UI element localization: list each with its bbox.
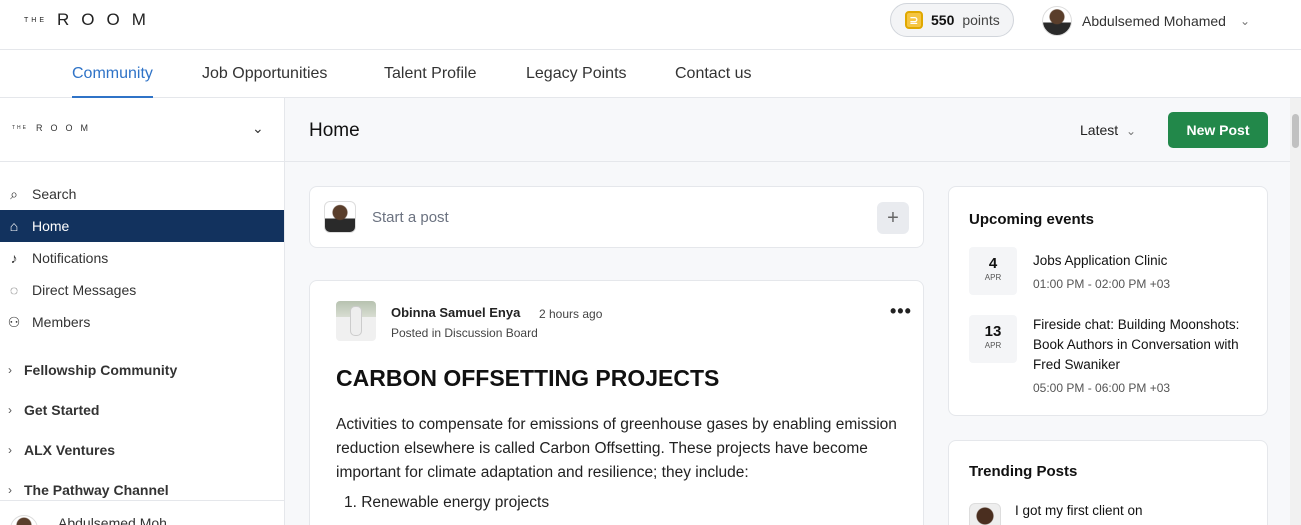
event-day: 4 bbox=[988, 255, 998, 272]
post-body: Activities to compensate for emissions o… bbox=[336, 416, 897, 481]
sidebar-item-home[interactable]: ⌂ Home bbox=[0, 210, 284, 242]
sidebar: THE ROOM ⌄ ⌕ Search ⌂ Home ♪ Notificatio… bbox=[0, 98, 285, 525]
avatar bbox=[10, 515, 38, 525]
tab-contact-us[interactable]: Contact us bbox=[675, 65, 751, 83]
sidebar-group-label: Get Started bbox=[24, 402, 100, 418]
main-content: Home Latest ⌄ New Post Start a post + Ob… bbox=[285, 98, 1290, 525]
post-list-item: 1. Renewable energy projects bbox=[344, 494, 550, 511]
event-name[interactable]: Fireside chat: Building Moonshots: Book … bbox=[1033, 315, 1253, 375]
chevron-down-icon[interactable]: ⌄ bbox=[252, 120, 264, 137]
chevron-right-icon: › bbox=[8, 403, 12, 417]
sidebar-item-label: Search bbox=[32, 186, 77, 202]
event-month: APR bbox=[984, 273, 1002, 282]
chevron-right-icon: › bbox=[8, 483, 12, 497]
scrollbar-thumb[interactable] bbox=[1292, 114, 1299, 148]
tab-job-opportunities[interactable]: Job Opportunities bbox=[202, 65, 327, 83]
tab-talent-profile[interactable]: Talent Profile bbox=[384, 65, 477, 83]
sidebar-logo-small: THE bbox=[12, 125, 28, 131]
sidebar-item-label: Notifications bbox=[32, 250, 109, 266]
post-composer[interactable]: Start a post + bbox=[309, 186, 924, 248]
events-title: Upcoming events bbox=[969, 211, 1095, 228]
sidebar-item-search[interactable]: ⌕ Search bbox=[0, 178, 284, 210]
event-time: 01:00 PM - 02:00 PM +03 bbox=[1033, 277, 1171, 291]
sidebar-group-get-started[interactable]: › Get Started bbox=[0, 395, 284, 425]
logo-small-text: THE bbox=[24, 16, 47, 24]
event-day: 13 bbox=[984, 323, 1002, 340]
scrollbar[interactable] bbox=[1290, 98, 1301, 525]
sidebar-user[interactable]: Abdulsemed Moh bbox=[0, 500, 284, 525]
chevron-right-icon: › bbox=[8, 363, 12, 377]
tab-community[interactable]: Community bbox=[72, 65, 153, 98]
sidebar-group-fellowship[interactable]: › Fellowship Community bbox=[0, 355, 284, 385]
home-icon: ⌂ bbox=[9, 218, 19, 234]
post-location[interactable]: Posted in Discussion Board bbox=[391, 326, 538, 340]
bell-icon: ♪ bbox=[10, 250, 18, 266]
avatar bbox=[324, 201, 356, 233]
upcoming-events-card: Upcoming events 4 APR Jobs Application C… bbox=[948, 186, 1268, 416]
sidebar-item-notifications[interactable]: ♪ Notifications bbox=[0, 242, 284, 274]
sidebar-logo: THE ROOM bbox=[12, 123, 96, 133]
user-name: Abdulsemed Mohamed bbox=[1082, 13, 1226, 29]
trending-posts-card: Trending Posts I got my first client on bbox=[948, 440, 1268, 525]
post-time: 2 hours ago bbox=[539, 307, 603, 321]
trending-post-title[interactable]: I got my first client on bbox=[1015, 503, 1143, 518]
user-menu[interactable]: Abdulsemed Mohamed ⌄ bbox=[1042, 6, 1250, 36]
points-value: 550 bbox=[931, 12, 955, 28]
avatar bbox=[969, 503, 1001, 525]
main-nav: Community Job Opportunities Talent Profi… bbox=[0, 51, 1301, 98]
tab-legacy-points[interactable]: Legacy Points bbox=[526, 65, 627, 83]
community-switcher[interactable]: THE ROOM ⌄ bbox=[0, 98, 284, 162]
points-badge[interactable]: ⊇ 550 points bbox=[890, 3, 1014, 37]
composer-placeholder[interactable]: Start a post bbox=[372, 209, 449, 226]
logo[interactable]: THE ROOM bbox=[24, 10, 158, 30]
event-time: 05:00 PM - 06:00 PM +03 bbox=[1033, 381, 1171, 395]
plus-icon[interactable]: + bbox=[877, 202, 909, 234]
sidebar-item-label: Members bbox=[32, 314, 91, 330]
sidebar-group-label: The Pathway Channel bbox=[24, 482, 169, 498]
logo-word: ROOM bbox=[57, 10, 158, 29]
sidebar-item-members[interactable]: ⚇ Members bbox=[0, 306, 284, 338]
sidebar-user-name: Abdulsemed Moh bbox=[58, 515, 167, 525]
search-icon: ⌕ bbox=[10, 185, 18, 202]
post-author[interactable]: Obinna Samuel Enya bbox=[391, 305, 520, 320]
sidebar-item-direct-messages[interactable]: ◌ Direct Messages bbox=[0, 274, 284, 306]
sort-dropdown[interactable]: Latest ⌄ bbox=[1080, 122, 1136, 138]
top-header: THE ROOM ⊇ 550 points Abdulsemed Mohamed… bbox=[0, 0, 1301, 50]
sidebar-group-alx-ventures[interactable]: › ALX Ventures bbox=[0, 435, 284, 465]
trending-title: Trending Posts bbox=[969, 463, 1078, 480]
page-title: Home bbox=[309, 120, 360, 141]
event-date: 13 APR bbox=[969, 315, 1017, 363]
event-month: APR bbox=[984, 341, 1002, 350]
members-icon: ⚇ bbox=[7, 313, 21, 330]
sidebar-logo-word: ROOM bbox=[36, 123, 96, 133]
sidebar-group-label: Fellowship Community bbox=[24, 362, 178, 378]
sidebar-item-label: Home bbox=[32, 218, 70, 234]
sidebar-group-label: ALX Ventures bbox=[24, 442, 116, 458]
author-avatar[interactable] bbox=[336, 301, 376, 341]
main-header: Home Latest ⌄ New Post bbox=[285, 98, 1290, 162]
chevron-right-icon: › bbox=[8, 443, 12, 457]
sort-label: Latest bbox=[1080, 122, 1119, 138]
event-date: 4 APR bbox=[969, 247, 1017, 295]
chevron-down-icon: ⌄ bbox=[1239, 14, 1251, 28]
points-label: points bbox=[962, 12, 1000, 28]
chat-icon: ◌ bbox=[9, 282, 19, 298]
post-title[interactable]: CARBON OFFSETTING PROJECTS bbox=[336, 365, 719, 392]
more-options-icon[interactable]: ••• bbox=[890, 301, 912, 322]
new-post-button[interactable]: New Post bbox=[1168, 112, 1268, 148]
post-card: Obinna Samuel Enya 2 hours ago Posted in… bbox=[309, 280, 924, 525]
avatar bbox=[1042, 6, 1072, 36]
event-name[interactable]: Jobs Application Clinic bbox=[1033, 251, 1253, 271]
chevron-down-icon: ⌄ bbox=[1126, 124, 1137, 138]
points-coin-icon: ⊇ bbox=[905, 11, 923, 29]
sidebar-item-label: Direct Messages bbox=[32, 282, 137, 298]
